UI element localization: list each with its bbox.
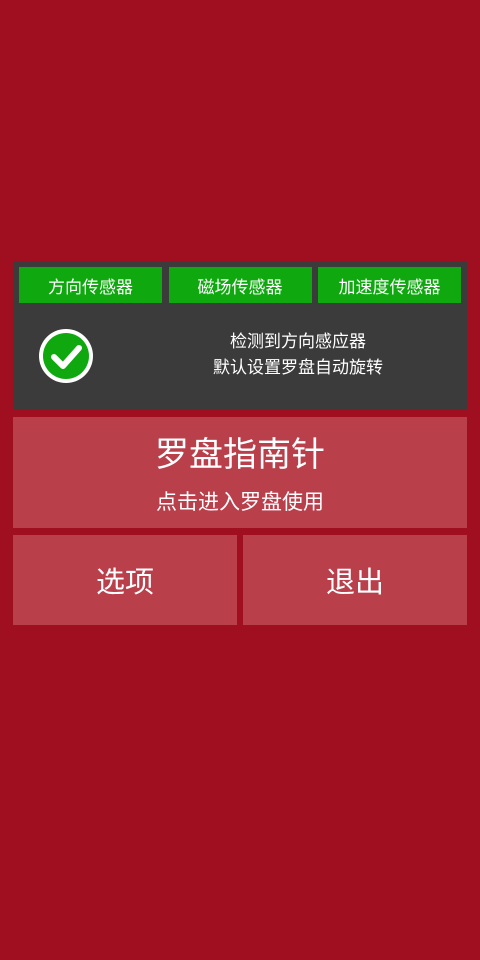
tab-acceleration-sensor[interactable]: 加速度传感器 bbox=[318, 267, 461, 303]
sensor-status-text: 检测到方向感应器 默认设置罗盘自动旋转 bbox=[133, 329, 463, 381]
sensor-status-panel: 方向传感器 磁场传感器 加速度传感器 检测到方向感应器 默认设置罗盘自动旋转 bbox=[13, 261, 467, 410]
status-line-auto-rotate: 默认设置罗盘自动旋转 bbox=[213, 358, 383, 378]
sensor-tab-bar: 方向传感器 磁场传感器 加速度传感器 bbox=[19, 267, 461, 303]
compass-title: 罗盘指南针 bbox=[155, 435, 325, 475]
compass-subtitle: 点击进入罗盘使用 bbox=[156, 490, 324, 514]
open-compass-button[interactable]: 罗盘指南针 点击进入罗盘使用 bbox=[13, 417, 467, 528]
tab-magnetic-sensor[interactable]: 磁场传感器 bbox=[168, 267, 312, 303]
options-button[interactable]: 选项 bbox=[13, 535, 237, 625]
check-circle-svg bbox=[39, 329, 93, 383]
check-circle-icon bbox=[37, 327, 95, 385]
tab-orientation-sensor[interactable]: 方向传感器 bbox=[19, 267, 162, 303]
status-line-detected: 检测到方向感应器 bbox=[230, 332, 366, 352]
exit-button[interactable]: 退出 bbox=[243, 535, 467, 625]
